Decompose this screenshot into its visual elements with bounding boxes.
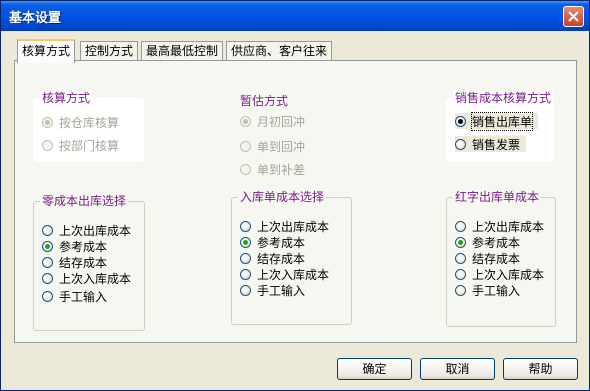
radio-label: 按部门核算 (59, 138, 120, 153)
radio-circle (42, 240, 53, 252)
radio-sales-invoice[interactable]: 销售发票 (455, 136, 527, 152)
tab-label: 核算方式 (22, 44, 71, 58)
radio-label: 上次入库成本 (257, 267, 330, 282)
radio-circle (240, 252, 251, 264)
tab-max-min-control[interactable]: 最高最低控制 (141, 41, 224, 61)
tab-panel: 核算方式 按仓库核算 按部门核算 暂估方式 月初回冲 单到回冲 单到补差 销售成… (14, 60, 577, 343)
radio-label: 上次入库成本 (59, 271, 132, 286)
radio-circle (42, 256, 53, 268)
radio-label: 销售出库单 (470, 111, 534, 131)
radio-circle (240, 163, 251, 175)
radio-label: 手工输入 (59, 289, 108, 304)
radio-label: 结存成本 (257, 251, 306, 266)
group-red-outbound-cost: 红字出库单成本 上次出库成本 参考成本 结存成本 上次入库成本 手工输入 (446, 190, 556, 327)
radio-balance-cost[interactable]: 结存成本 (42, 254, 107, 270)
radio-label: 销售发票 (472, 137, 521, 152)
radio-label: 结存成本 (472, 251, 521, 266)
help-button[interactable]: 帮助 (503, 358, 578, 380)
radio-label: 手工输入 (257, 283, 306, 298)
close-icon (568, 11, 579, 22)
radio-doc-reverse[interactable]: 单到回冲 (240, 138, 305, 154)
group-title: 核算方式 (40, 91, 93, 105)
radio-circle (455, 284, 466, 296)
radio-last-inbound-cost[interactable]: 上次入库成本 (240, 266, 329, 282)
radio-circle (240, 140, 251, 152)
group-sales-cost-method: 销售成本核算方式 销售出库单 销售发票 (446, 91, 554, 162)
radio-circle (42, 139, 53, 151)
group-title: 暂估方式 (238, 94, 291, 108)
radio-label: 参考成本 (59, 239, 108, 254)
radio-circle (240, 115, 251, 127)
radio-by-warehouse[interactable]: 按仓库核算 (42, 114, 119, 130)
radio-label: 手工输入 (472, 283, 521, 298)
radio-manual-input[interactable]: 手工输入 (42, 288, 107, 304)
radio-circle (42, 224, 53, 236)
radio-label: 上次出库成本 (472, 219, 545, 234)
radio-by-department[interactable]: 按部门核算 (42, 137, 119, 153)
tab-label: 最高最低控制 (146, 44, 219, 58)
radio-circle (455, 138, 466, 150)
radio-balance-cost[interactable]: 结存成本 (240, 250, 305, 266)
radio-label: 上次出库成本 (257, 219, 330, 234)
settings-dialog: 基本设置 核算方式 控制方式 最高最低控制 供应商、客户往来 核算方式 按仓库核… (0, 0, 590, 391)
radio-label: 上次入库成本 (472, 267, 545, 282)
group-title: 销售成本核算方式 (453, 91, 554, 105)
cancel-button[interactable]: 取消 (420, 358, 495, 380)
group-accounting-method: 核算方式 按仓库核算 按部门核算 (33, 91, 144, 162)
radio-circle (240, 284, 251, 296)
radio-last-inbound-cost[interactable]: 上次入库成本 (455, 266, 544, 282)
radio-reference-cost[interactable]: 参考成本 (42, 238, 107, 254)
radio-label: 按仓库核算 (59, 115, 120, 130)
tab-label: 供应商、客户往来 (231, 44, 328, 58)
radio-manual-input[interactable]: 手工输入 (455, 282, 520, 298)
group-title: 红字出库单成本 (453, 190, 542, 204)
close-button[interactable] (563, 6, 584, 27)
radio-label: 月初回冲 (257, 114, 306, 129)
radio-circle (240, 220, 251, 232)
radio-reference-cost[interactable]: 参考成本 (240, 234, 305, 250)
radio-label: 上次出库成本 (59, 223, 132, 238)
group-zero-cost-outbound: 零成本出库选择 上次出库成本 参考成本 结存成本 上次入库成本 手工输入 (33, 194, 145, 331)
group-title: 入库单成本选择 (238, 190, 327, 204)
radio-circle (42, 272, 53, 284)
radio-sales-outbound[interactable]: 销售出库单 (455, 111, 539, 131)
radio-manual-input[interactable]: 手工输入 (240, 282, 305, 298)
tab-control-method[interactable]: 控制方式 (80, 41, 139, 61)
radio-label: 结存成本 (59, 255, 108, 270)
window-title: 基本设置 (9, 11, 62, 26)
tab-label: 控制方式 (85, 44, 134, 58)
radio-balance-cost[interactable]: 结存成本 (455, 250, 520, 266)
group-title: 零成本出库选择 (40, 194, 129, 208)
radio-circle (240, 268, 251, 280)
radio-doc-adjust[interactable]: 单到补差 (240, 161, 305, 177)
radio-circle (455, 220, 466, 232)
radio-last-outbound-cost[interactable]: 上次出库成本 (240, 218, 329, 234)
radio-label: 单到回冲 (257, 139, 306, 154)
radio-label: 参考成本 (472, 235, 521, 250)
radio-last-outbound-cost[interactable]: 上次出库成本 (455, 218, 544, 234)
radio-circle (455, 252, 466, 264)
tab-accounting-method[interactable]: 核算方式 (17, 39, 76, 63)
radio-circle (42, 290, 53, 302)
radio-last-outbound-cost[interactable]: 上次出库成本 (42, 222, 131, 238)
radio-circle (455, 268, 466, 280)
ok-button[interactable]: 确定 (337, 358, 412, 380)
radio-circle (240, 236, 251, 248)
title-bar[interactable]: 基本设置 (1, 1, 589, 31)
group-estimate-method: 暂估方式 月初回冲 单到回冲 单到补差 (231, 94, 350, 181)
radio-label: 参考成本 (257, 235, 306, 250)
group-inbound-cost: 入库单成本选择 上次出库成本 参考成本 结存成本 上次入库成本 手工输入 (231, 190, 352, 325)
radio-circle (42, 116, 53, 128)
radio-last-inbound-cost[interactable]: 上次入库成本 (42, 270, 131, 286)
radio-circle (455, 115, 466, 127)
radio-reference-cost[interactable]: 参考成本 (455, 234, 520, 250)
radio-month-start-reverse[interactable]: 月初回冲 (240, 113, 305, 129)
tab-supplier-customer[interactable]: 供应商、客户往来 (226, 41, 333, 61)
radio-circle (455, 236, 466, 248)
radio-label: 单到补差 (257, 162, 306, 177)
